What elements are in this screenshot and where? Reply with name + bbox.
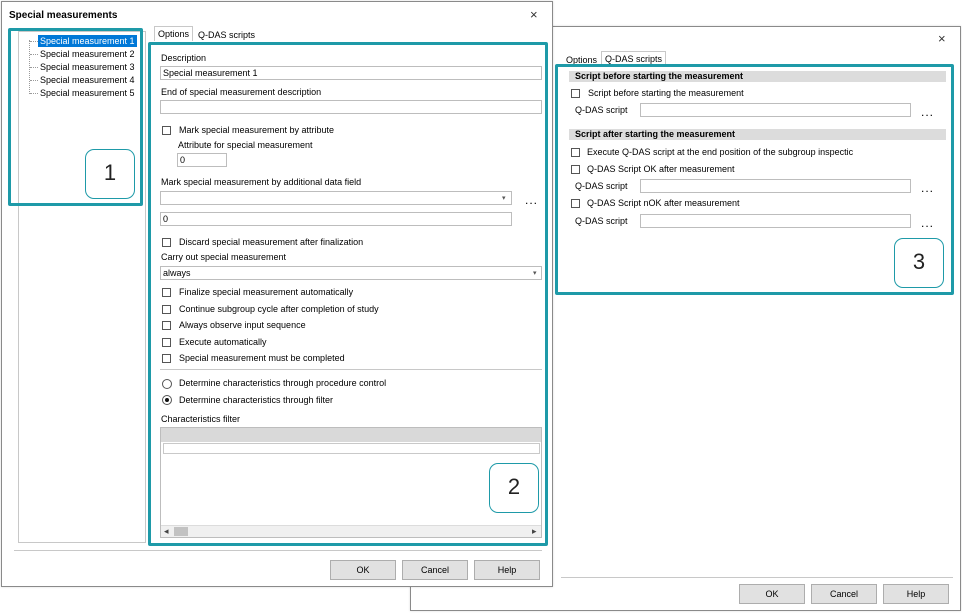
callout-badge-1: 1 bbox=[85, 149, 135, 199]
close-icon[interactable]: × bbox=[530, 8, 538, 21]
ok-button[interactable]: OK bbox=[739, 584, 805, 604]
ok-button[interactable]: OK bbox=[330, 560, 396, 580]
tab-qdas-scripts[interactable]: Q-DAS scripts bbox=[195, 28, 258, 42]
close-icon[interactable]: × bbox=[938, 32, 946, 45]
help-button[interactable]: Help bbox=[474, 560, 540, 580]
callout-badge-2: 2 bbox=[489, 463, 539, 513]
callout-badge-3: 3 bbox=[894, 238, 944, 288]
highlight-box-2 bbox=[148, 42, 548, 546]
tab-options[interactable]: Options bbox=[154, 26, 194, 41]
cancel-button[interactable]: Cancel bbox=[811, 584, 877, 604]
help-button[interactable]: Help bbox=[883, 584, 949, 604]
button-separator bbox=[14, 550, 542, 551]
dialog-title: Special measurements bbox=[9, 10, 118, 21]
cancel-button[interactable]: Cancel bbox=[402, 560, 468, 580]
button-separator bbox=[561, 577, 953, 578]
